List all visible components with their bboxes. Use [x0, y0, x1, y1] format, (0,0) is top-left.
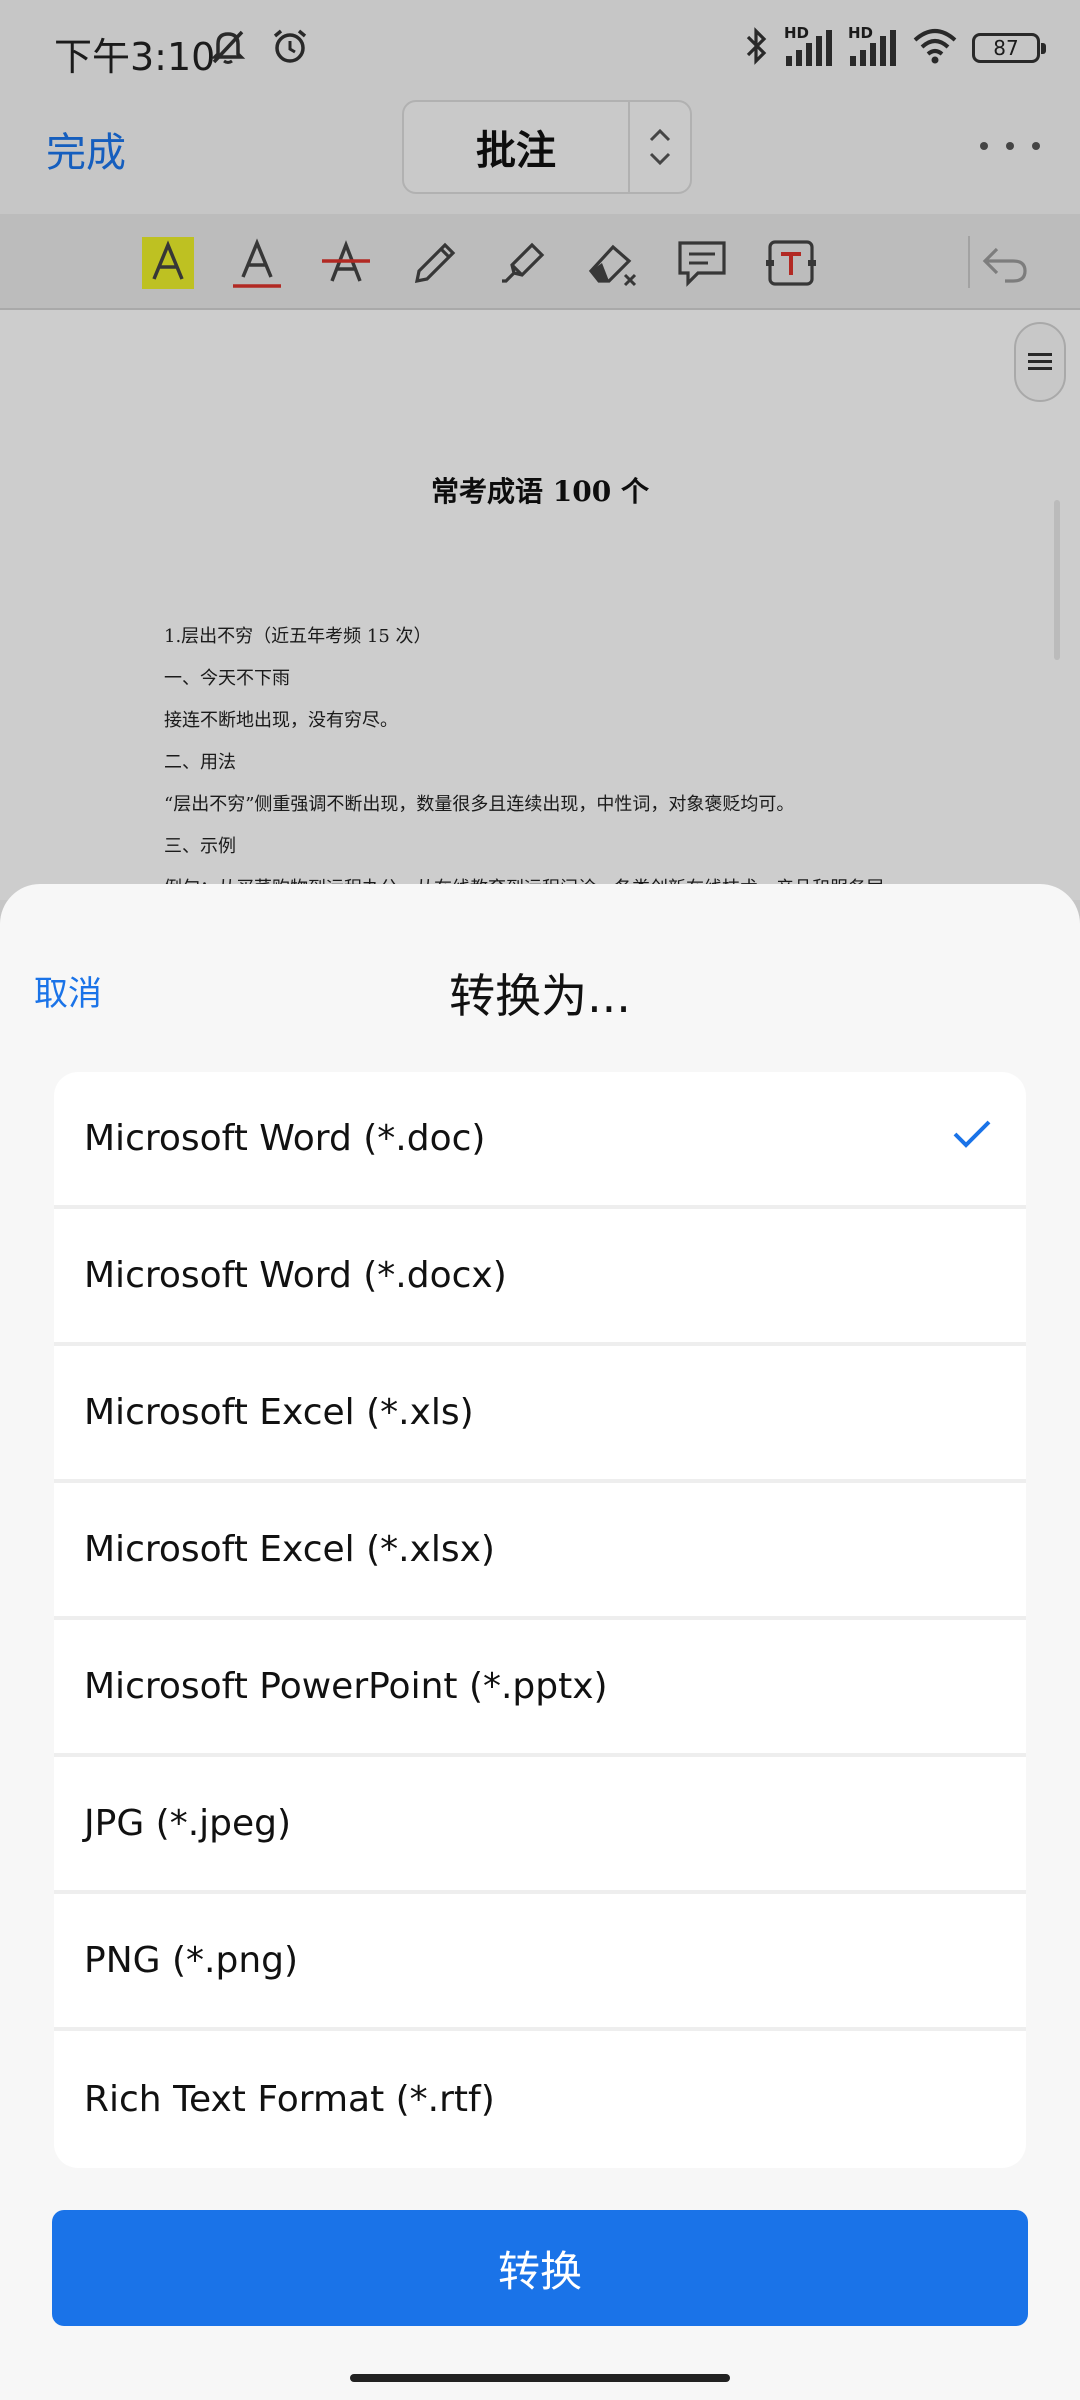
- format-option-jpeg[interactable]: JPG (*.jpeg): [54, 1757, 1026, 1894]
- format-label: PNG (*.png): [84, 1940, 299, 1981]
- checkmark-icon: [952, 1118, 992, 1154]
- format-option-png[interactable]: PNG (*.png): [54, 1894, 1026, 2031]
- sheet-title: 转换为...: [449, 969, 631, 1023]
- format-label: Microsoft PowerPoint (*.pptx): [84, 1666, 608, 1707]
- format-option-pptx[interactable]: Microsoft PowerPoint (*.pptx): [54, 1620, 1026, 1757]
- home-indicator[interactable]: [350, 2374, 730, 2382]
- format-label: Rich Text Format (*.rtf): [84, 2079, 495, 2120]
- format-option-docx[interactable]: Microsoft Word (*.docx): [54, 1209, 1026, 1346]
- format-label: Microsoft Word (*.docx): [84, 1255, 507, 1296]
- format-list: Microsoft Word (*.doc) Microsoft Word (*…: [54, 1072, 1026, 2168]
- format-option-xlsx[interactable]: Microsoft Excel (*.xlsx): [54, 1483, 1026, 1620]
- format-label: Microsoft Excel (*.xlsx): [84, 1529, 495, 1570]
- convert-format-sheet: 取消 转换为... Microsoft Word (*.doc) Microso…: [0, 884, 1080, 2400]
- format-label: JPG (*.jpeg): [84, 1803, 292, 1844]
- format-option-rtf[interactable]: Rich Text Format (*.rtf): [54, 2031, 1026, 2168]
- format-option-xls[interactable]: Microsoft Excel (*.xls): [54, 1346, 1026, 1483]
- format-option-doc[interactable]: Microsoft Word (*.doc): [54, 1072, 1026, 1209]
- format-label: Microsoft Word (*.doc): [84, 1118, 486, 1159]
- convert-button[interactable]: 转换: [52, 2210, 1028, 2326]
- format-label: Microsoft Excel (*.xls): [84, 1392, 474, 1433]
